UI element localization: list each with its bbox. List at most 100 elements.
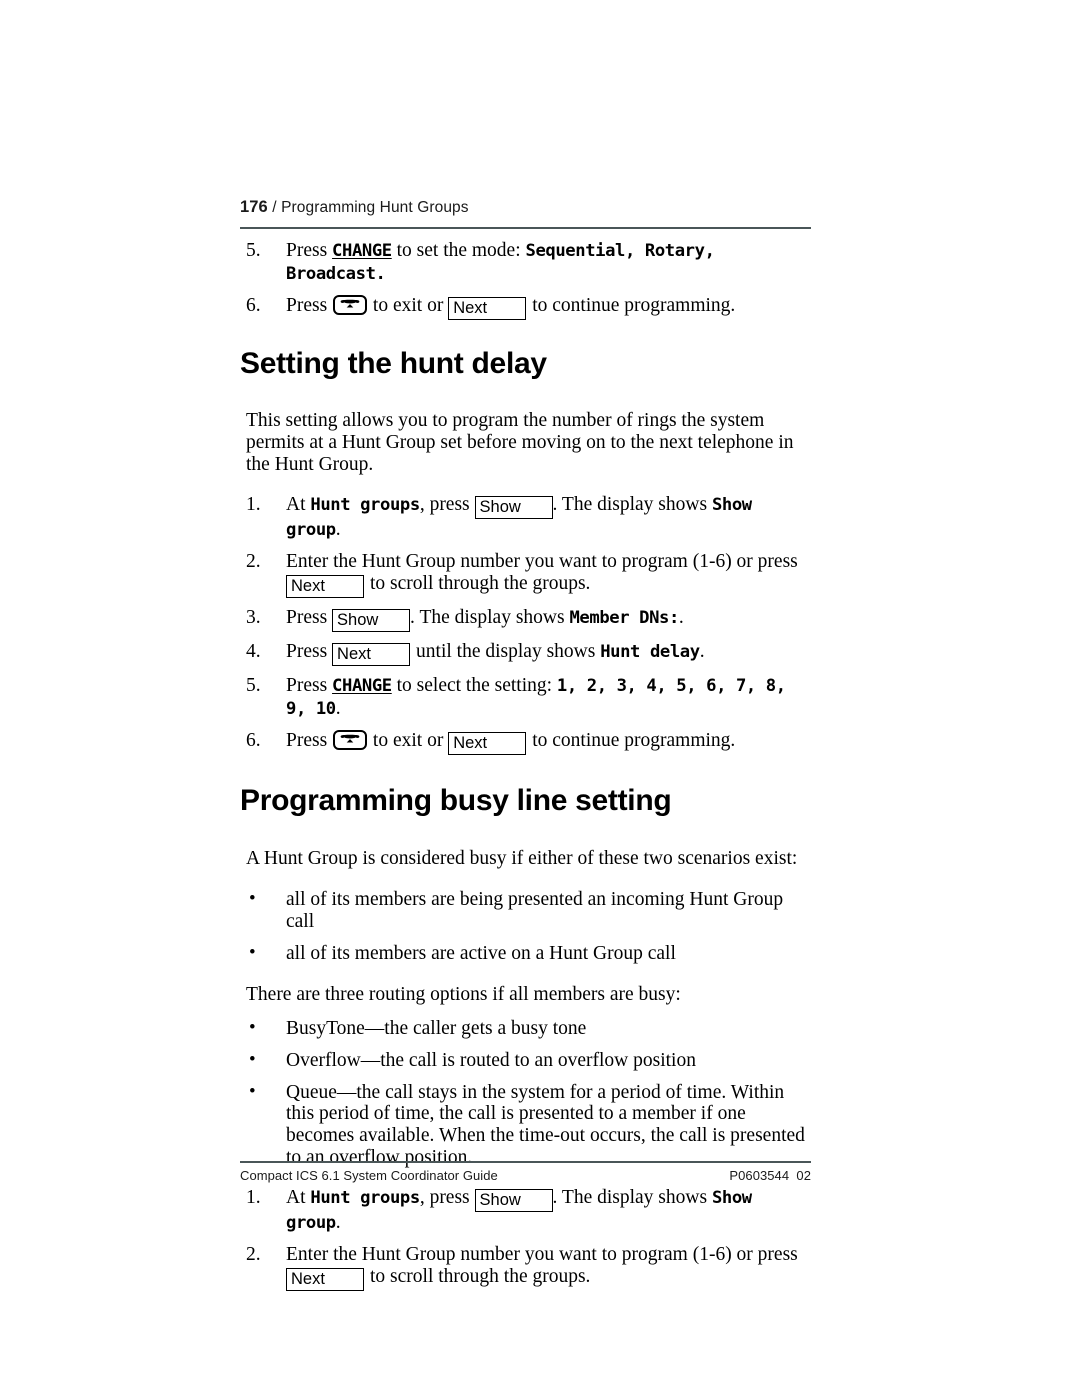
step-text-end: .	[335, 519, 341, 541]
list-item: • Overflow—the call is routed to an over…	[240, 1048, 815, 1072]
list-item-text: BusyTone—the caller gets a busy tone	[286, 1017, 587, 1039]
softkey-next[interactable]: Next	[286, 574, 364, 598]
step-marker: 2.	[246, 550, 261, 572]
display-text-hunt-groups: Hunt groups	[310, 495, 420, 516]
list-item-text: Overflow—the call is routed to an overfl…	[286, 1049, 696, 1071]
softkey-next[interactable]: Next	[286, 1267, 364, 1291]
step-item: 2. Enter the Hunt Group number you want …	[240, 1244, 815, 1291]
step-text-mid: , press	[419, 1187, 470, 1209]
change-softkey-label[interactable]: CHANGE	[332, 676, 392, 696]
step-marker: 3.	[246, 606, 261, 628]
busy-line-steps-list: 1. At Hunt groups, press Show. The displ…	[240, 1187, 815, 1291]
section-title-hunt-delay: Setting the hunt delay	[240, 346, 547, 380]
display-text-hunt-groups: Hunt groups	[310, 1188, 420, 1209]
step-text-post: . The display shows	[410, 606, 565, 628]
step-text: Enter the Hunt Group number you want to …	[286, 550, 798, 598]
step-item: 1. At Hunt groups, press Show. The displ…	[240, 494, 815, 542]
step-text: Press to exit or Next to continue program…	[286, 294, 736, 320]
display-text-hunt-delay: Hunt delay	[600, 641, 700, 662]
step-text-post: to scroll through the groups.	[370, 1265, 591, 1287]
document-page: 176 / Programming Hunt Groups 5. Press C…	[0, 0, 1080, 1397]
step-text-end: .	[699, 640, 705, 662]
bullet-glyph-icon: •	[249, 888, 256, 910]
release-key-icon[interactable]	[333, 294, 368, 315]
step-item: 3. Press Show. The display shows Member …	[240, 607, 815, 632]
step-marker: 4.	[246, 640, 261, 662]
step-item: 6. Press to exit or Next to continue prog…	[240, 294, 815, 320]
step-marker: 6.	[246, 729, 261, 751]
step-verb: Press	[286, 240, 328, 261]
busy-line-intro-paragraph: A Hunt Group is considered busy if eithe…	[246, 848, 798, 870]
list-item: • Queue—the call stays in the system for…	[240, 1081, 815, 1170]
header-rule	[240, 227, 811, 229]
softkey-next[interactable]: Next	[332, 642, 411, 666]
change-softkey-label[interactable]: CHANGE	[332, 241, 392, 261]
step-text: Press to exit or Next to continue program…	[286, 729, 736, 755]
step-text-mid: to set the mode:	[396, 240, 521, 261]
step-item: 4. Press Next until the display shows Hun…	[240, 641, 815, 666]
bullet-glyph-icon: •	[249, 1048, 256, 1070]
list-item-text: all of its members are active on a Hunt …	[286, 942, 676, 964]
step-text-end: .	[335, 697, 341, 719]
step-text-post: to scroll through the groups.	[370, 572, 591, 594]
step-marker: 5.	[246, 240, 261, 261]
routing-intro-paragraph: There are three routing options if all m…	[246, 983, 681, 1005]
release-key-icon[interactable]	[333, 729, 368, 750]
step-text: Press Show. The display shows Member DNs…	[286, 606, 684, 632]
main-text-column: 5. Press CHANGE to set the mode: Sequent…	[240, 236, 815, 1291]
footer-rule	[240, 1161, 811, 1163]
footer-document-code: P0603544 02	[729, 1168, 811, 1183]
softkey-show[interactable]: Show	[474, 496, 553, 520]
softkey-next[interactable]: Next	[448, 731, 527, 755]
step-text-end: .	[335, 1212, 341, 1234]
routing-options-list: • BusyTone—the caller gets a busy tone •…	[240, 1017, 815, 1170]
list-item: • all of its members are active on a Hun…	[240, 941, 815, 965]
list-item-text: Queue—the call stays in the system for a…	[286, 1081, 805, 1169]
list-item-text: all of its members are being presented a…	[286, 889, 784, 932]
list-item: • BusyTone—the caller gets a busy tone	[240, 1017, 815, 1040]
step-marker: 1.	[246, 1187, 261, 1209]
step-text-pre: Press	[286, 674, 328, 696]
continued-steps-list: 5. Press CHANGE to set the mode: Sequent…	[240, 240, 815, 320]
softkey-show[interactable]: Show	[332, 608, 411, 632]
step-text: At Hunt groups, press Show. The display …	[286, 1187, 752, 1233]
step-text-mid: to exit or	[372, 729, 444, 751]
step-text: Press CHANGE to set the mode: Sequential…	[286, 240, 715, 284]
footer-guide-title: Compact ICS 6.1 System Coordinator Guide	[240, 1168, 498, 1183]
softkey-show[interactable]: Show	[474, 1189, 553, 1213]
step-text-mid: , press	[419, 494, 470, 516]
step-text: Press Next until the display shows Hunt d…	[286, 640, 705, 666]
step-marker: 2.	[246, 1244, 261, 1266]
step-text: At Hunt groups, press Show. The display …	[286, 494, 752, 540]
section-title-busy-line: Programming busy line setting	[240, 783, 672, 817]
step-marker: 6.	[246, 294, 261, 316]
step-text-post: . The display shows	[552, 494, 708, 516]
step-verb: Press	[286, 294, 328, 316]
softkey-next[interactable]: Next	[448, 296, 527, 320]
step-text-post: until the display shows	[416, 640, 596, 662]
step-text-mid: to exit or	[372, 294, 444, 316]
step-item: 6. Press to exit or Next to continue prog…	[240, 729, 815, 755]
hunt-delay-intro-paragraph: This setting allows you to program the n…	[246, 410, 794, 476]
display-text-member-dns: Member DNs:	[569, 607, 679, 628]
step-text-end: to continue programming.	[532, 294, 736, 316]
step-text-post: to continue programming.	[532, 729, 736, 751]
running-head-chapter: Programming Hunt Groups	[281, 199, 469, 216]
step-text-pre: Enter the Hunt Group number you want to …	[286, 550, 798, 572]
busy-scenarios-list: • all of its members are being presented…	[240, 888, 815, 965]
step-text-post: . The display shows	[552, 1187, 708, 1209]
step-text-mid: to select the setting:	[396, 674, 553, 696]
bullet-glyph-icon: •	[249, 941, 256, 963]
step-text-pre: Press	[286, 729, 328, 751]
step-text-end: .	[678, 606, 684, 628]
page-folio-number: 176	[240, 198, 268, 216]
step-text: Press CHANGE to select the setting: 1, 2…	[286, 675, 786, 719]
step-item: 5. Press CHANGE to select the setting: 1…	[240, 675, 815, 721]
step-text-pre: Press	[286, 640, 328, 662]
step-item: 5. Press CHANGE to set the mode: Sequent…	[240, 240, 815, 286]
step-text-pre: Enter the Hunt Group number you want to …	[286, 1244, 798, 1266]
step-text: Enter the Hunt Group number you want to …	[286, 1244, 798, 1291]
running-head-separator: /	[272, 199, 277, 216]
page-footer: Compact ICS 6.1 System Coordinator Guide…	[240, 1168, 811, 1183]
step-text-pre: At	[286, 494, 306, 516]
